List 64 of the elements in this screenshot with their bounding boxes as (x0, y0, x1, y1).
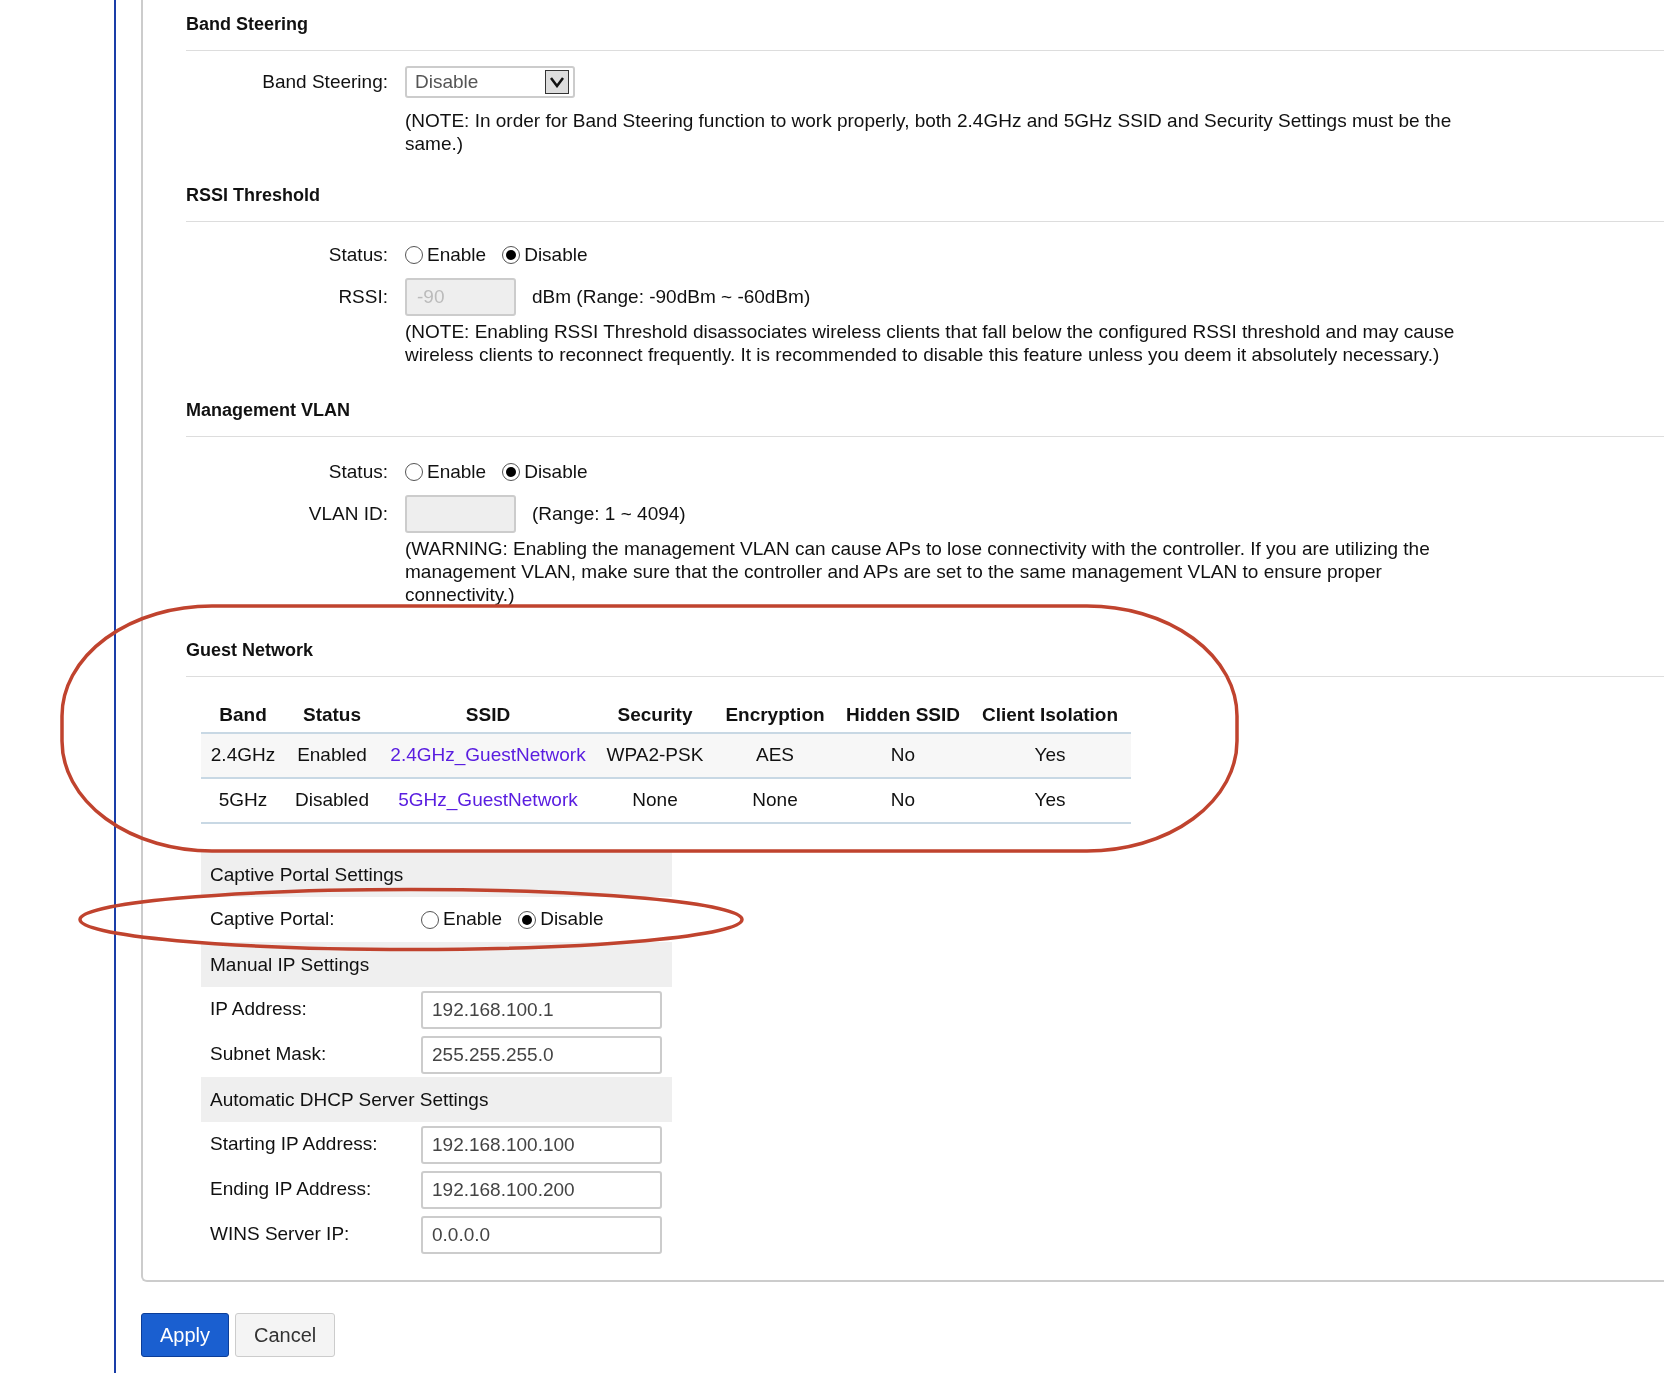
text-input[interactable]: 255.255.255.0 (421, 1035, 662, 1074)
field-label: RSSI: (338, 285, 388, 307)
field-label: Ending IP Address: (210, 1177, 373, 1202)
field-label: IP Address: (210, 997, 308, 1022)
radio-label: Enable (427, 459, 487, 484)
table-cell: AES (756, 744, 794, 766)
table-cell: None (632, 789, 678, 811)
text-input[interactable]: 0.0.0.0 (421, 1215, 662, 1254)
table-cell: 2.4GHz (210, 744, 276, 766)
column-header: Status (302, 704, 362, 726)
radio-button[interactable] (405, 246, 423, 264)
column-header: Client Isolation (981, 704, 1119, 726)
range-text: (Range: 1 ~ 4094) (532, 501, 686, 526)
range-text: dBm (Range: -90dBm ~ -60dBm) (532, 284, 811, 309)
field-label: Status: (328, 243, 388, 265)
column-header: Security (617, 704, 693, 726)
band-steering-dropdown[interactable]: Disable (405, 66, 575, 98)
radio-button[interactable] (502, 463, 521, 481)
column-header: Encryption (725, 704, 825, 726)
settings-group-header: Manual IP Settings (201, 942, 672, 987)
text-input[interactable]: 192.168.100.1 (421, 990, 662, 1029)
radio-button[interactable] (405, 463, 423, 481)
radio-label: Disable (524, 242, 588, 267)
text-input[interactable]: 192.168.100.200 (421, 1170, 662, 1209)
section-heading: Guest Network (186, 639, 315, 662)
column-header: Band (219, 704, 267, 726)
section-heading: RSSI Threshold (186, 184, 321, 207)
table-cell: Yes (1034, 789, 1066, 811)
table-cell: 5GHz (218, 789, 268, 811)
warning-text: (WARNING: Enabling the management VLAN can cause APs to lose connectivity with the controller. If you are utilizing the management VLAN, make sure that the controller and APs are set to the same management VLAN to ensure proper connectivity.) (405, 538, 1430, 605)
field-label: Band Steering: (262, 70, 388, 92)
apply-button[interactable]: Apply (141, 1313, 230, 1357)
section-heading: Band Steering (186, 13, 310, 36)
table-cell: WPA2-PSK (606, 744, 704, 766)
ssid-link[interactable]: 5GHz_GuestNetwork (398, 789, 578, 811)
radio-label: Disable (540, 907, 604, 932)
table-cell: No (890, 789, 916, 811)
field-label: Subnet Mask: (210, 1042, 328, 1067)
radio-label: Enable (443, 907, 503, 932)
note-text: (NOTE: Enabling RSSI Threshold disassociates wireless clients that fall below the configured RSSI threshold and may cause wireless clients to reconnect frequently. It is recommended to disable this feature unless you deem it absolutely necessary.) (405, 321, 1455, 365)
table-cell: No (890, 744, 916, 766)
table-cell: Enabled (297, 744, 367, 766)
radio-label: Enable (427, 242, 487, 267)
field-label: Captive Portal: (210, 907, 336, 932)
settings-group-header: Automatic DHCP Server Settings (201, 1077, 672, 1122)
radio-button[interactable] (421, 910, 439, 929)
table-cell: Yes (1034, 744, 1066, 766)
table-cell: None (752, 789, 798, 811)
field-label: VLAN ID: (308, 502, 388, 524)
radio-button[interactable] (502, 246, 521, 264)
field-label: Status: (328, 460, 388, 482)
note-text: (NOTE: In order for Band Steering function to work properly, both 2.4GHz and 5GHz SSID and Security Settings must be the same.) (405, 110, 1452, 154)
radio-label: Disable (524, 459, 588, 484)
field-label: WINS Server IP: (210, 1222, 351, 1247)
column-header: SSID (465, 704, 511, 726)
ssid-link[interactable]: 2.4GHz_GuestNetwork (390, 744, 586, 766)
text-input[interactable]: 192.168.100.100 (421, 1125, 662, 1164)
cancel-button[interactable]: Cancel (235, 1313, 336, 1357)
table-cell: Disabled (295, 789, 369, 811)
column-header: Hidden SSID (846, 704, 960, 726)
section-heading: Management VLAN (186, 399, 352, 422)
radio-button[interactable] (518, 910, 537, 929)
dropdown-caret-icon (545, 70, 569, 94)
field-label: Starting IP Address: (210, 1132, 379, 1157)
